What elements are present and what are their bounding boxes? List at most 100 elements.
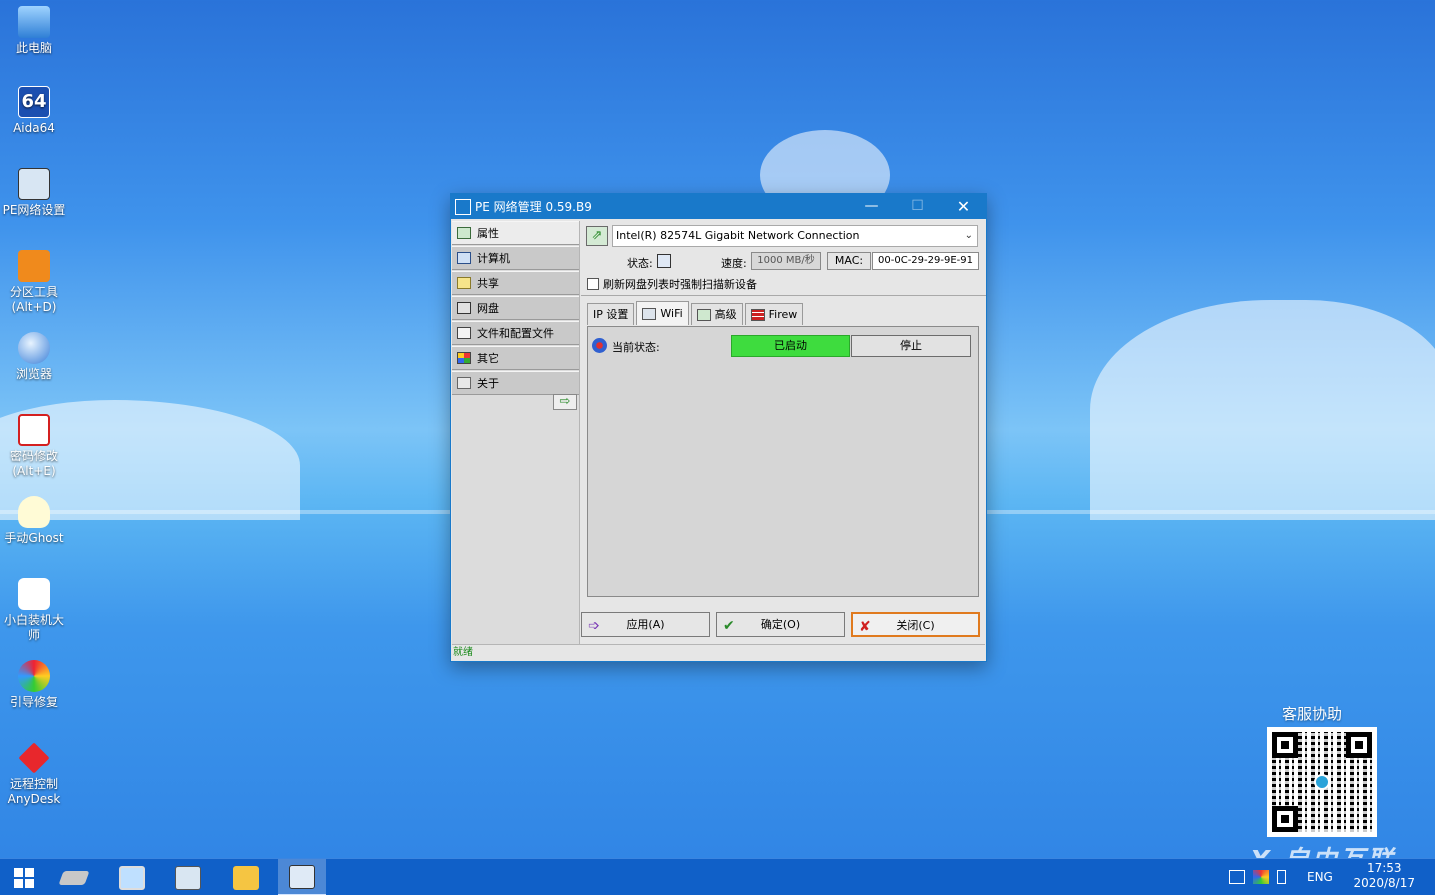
boot-repair-icon	[18, 660, 50, 692]
close-label: 关闭(C)	[896, 619, 935, 632]
memory-chip-icon	[58, 870, 90, 885]
browser-globe-icon	[18, 332, 50, 364]
sidebar-item-files-config[interactable]: 文件和配置文件	[452, 321, 579, 345]
share-folder-icon	[457, 277, 471, 289]
battery-tray-icon[interactable]	[1277, 870, 1286, 884]
clock[interactable]: 17:53 2020/8/17	[1353, 861, 1415, 891]
aida64-icon: 64	[18, 86, 50, 118]
speed-value: 1000 MB/秒	[751, 252, 821, 270]
dialog-buttons: ➩ 应用(A) ✔ 确定(O) ✘ 关闭(C)	[581, 612, 986, 638]
apply-label: 应用(A)	[626, 618, 665, 631]
tab-advanced[interactable]: 高级	[690, 303, 743, 325]
desktop-icon-this-pc[interactable]: 此电脑	[2, 6, 66, 56]
taskbar-remote-tool[interactable]	[164, 859, 212, 895]
mac-value: 00-0C-29-29-9E-91	[872, 252, 979, 270]
desktop-icon-aida64[interactable]: 64 Aida64	[2, 86, 66, 136]
partition-tool-icon	[18, 250, 50, 282]
start-button[interactable]	[0, 859, 48, 895]
close-button[interactable]: ✘ 关闭(C)	[851, 612, 980, 637]
network-status-icon	[657, 254, 671, 268]
tab-firewall[interactable]: Firew	[744, 303, 804, 325]
gear-status-icon	[592, 338, 607, 353]
tab-ip-settings[interactable]: IP 设置	[587, 303, 635, 325]
wifi-state-indicator: 已启动	[731, 335, 850, 357]
monitor-settings-icon	[119, 865, 145, 890]
color-tray-icon[interactable]	[1253, 870, 1269, 884]
cloud-decoration	[1090, 300, 1435, 520]
clock-time: 17:53	[1366, 861, 1402, 875]
network-app-icon	[455, 198, 471, 215]
collapse-arrow-button[interactable]: ⇨	[553, 394, 577, 410]
wifi-adapter-icon	[642, 307, 657, 320]
network-settings-icon	[18, 168, 50, 200]
adapter-row: ⇗ Intel(R) 82574L Gigabit Network Connec…	[586, 225, 978, 247]
wifi-tab-panel: 当前状态: 已启动 停止	[587, 326, 979, 597]
sidebar-item-properties[interactable]: 属性	[452, 221, 579, 245]
tab-label: WiFi	[660, 306, 683, 320]
minimize-button[interactable]: —	[849, 194, 894, 219]
window-title: PE 网络管理 0.59.B9	[475, 200, 592, 214]
qr-finder	[1346, 732, 1372, 758]
adapter-refresh-button[interactable]: ⇗	[586, 226, 608, 246]
desktop-icon-boot-repair[interactable]: 引导修复	[2, 660, 66, 710]
firewall-brick-icon	[750, 308, 765, 321]
stop-button[interactable]: 停止	[851, 335, 971, 357]
password-key-icon	[18, 414, 50, 446]
qr-code	[1267, 727, 1377, 837]
desktop-icon-anydesk[interactable]: 远程控制 AnyDesk	[2, 742, 66, 807]
network-tray-icon[interactable]	[1229, 870, 1245, 884]
desktop-icon-pe-network[interactable]: PE网络设置	[2, 168, 66, 218]
qr-title: 客服协助	[1282, 705, 1343, 723]
chevron-down-icon: ⌄	[964, 230, 973, 241]
other-grid-icon	[457, 352, 471, 364]
netdisk-icon	[457, 302, 471, 314]
help-question-icon	[457, 377, 471, 389]
tab-wifi[interactable]: WiFi	[636, 301, 689, 325]
adapter-select[interactable]: Intel(R) 82574L Gigabit Network Connecti…	[612, 225, 978, 247]
desktop-icon-partition-tool[interactable]: 分区工具 (Alt+D)	[2, 250, 66, 315]
sidebar-item-about[interactable]: 关于	[452, 371, 579, 395]
sidebar-item-netdisk[interactable]: 网盘	[452, 296, 579, 320]
current-state-label: 当前状态:	[612, 341, 660, 354]
anydesk-icon	[18, 742, 50, 774]
desktop-icon-xiaobai[interactable]: 小白装机大 师	[2, 578, 66, 643]
sidebar-item-share[interactable]: 共享	[452, 271, 579, 295]
computer-icon	[18, 6, 50, 38]
system-tray: ENG 17:53 2020/8/17	[1225, 859, 1435, 895]
language-indicator[interactable]: ENG	[1307, 870, 1333, 884]
qr-finder	[1272, 806, 1298, 832]
tab-strip: IP 设置 WiFi 高级 Firew	[587, 301, 805, 325]
properties-icon	[457, 227, 471, 239]
tab-label: Firew	[768, 307, 798, 321]
sidebar-item-label: 网盘	[477, 302, 499, 315]
taskbar-pe-network[interactable]	[278, 859, 326, 895]
close-window-button[interactable]: ✕	[941, 194, 986, 219]
maximize-button[interactable]: ☐	[895, 194, 940, 219]
sidebar-item-other[interactable]: 其它	[452, 346, 579, 370]
sidebar-item-label: 计算机	[477, 252, 510, 265]
ok-button[interactable]: ✔ 确定(O)	[716, 612, 845, 637]
mac-label: MAC:	[827, 252, 871, 270]
desktop-icon-ghost[interactable]: 手动Ghost	[2, 496, 66, 546]
ghost-icon	[18, 496, 50, 528]
taskbar-hardware-tool[interactable]	[50, 859, 98, 895]
refresh-scan-option[interactable]: 刷新网盘列表时强制扫描新设备	[587, 276, 757, 292]
status-label: 状态:	[627, 257, 653, 270]
sidebar-item-computer[interactable]: 计算机	[452, 246, 579, 270]
taskbar-system-tool[interactable]	[108, 859, 156, 895]
adapter-select-value: Intel(R) 82574L Gigabit Network Connecti…	[616, 229, 860, 242]
refresh-scan-checkbox[interactable]	[587, 278, 599, 290]
tab-label: 高级	[714, 307, 737, 321]
status-row: 状态: 速度: 1000 MB/秒 MAC: 00-0C-29-29-9E-91	[581, 252, 981, 272]
qr-finder	[1272, 732, 1298, 758]
apply-button[interactable]: ➩ 应用(A)	[581, 612, 710, 637]
title-bar[interactable]: PE 网络管理 0.59.B9 — ☐ ✕	[451, 194, 986, 219]
taskbar-file-explorer[interactable]	[222, 859, 270, 895]
sidebar: 属性 计算机 共享 网盘 文件和配置文件 其它 关于 ⇨	[452, 221, 580, 644]
sidebar-item-label: 共享	[477, 277, 499, 290]
desktop-icon-password-reset[interactable]: 密码修改 (Alt+E)	[2, 414, 66, 479]
refresh-scan-label: 刷新网盘列表时强制扫描新设备	[603, 278, 757, 291]
speed-label: 速度:	[721, 257, 747, 270]
desktop-icon-browser[interactable]: 浏览器	[2, 332, 66, 382]
divider	[581, 295, 986, 296]
